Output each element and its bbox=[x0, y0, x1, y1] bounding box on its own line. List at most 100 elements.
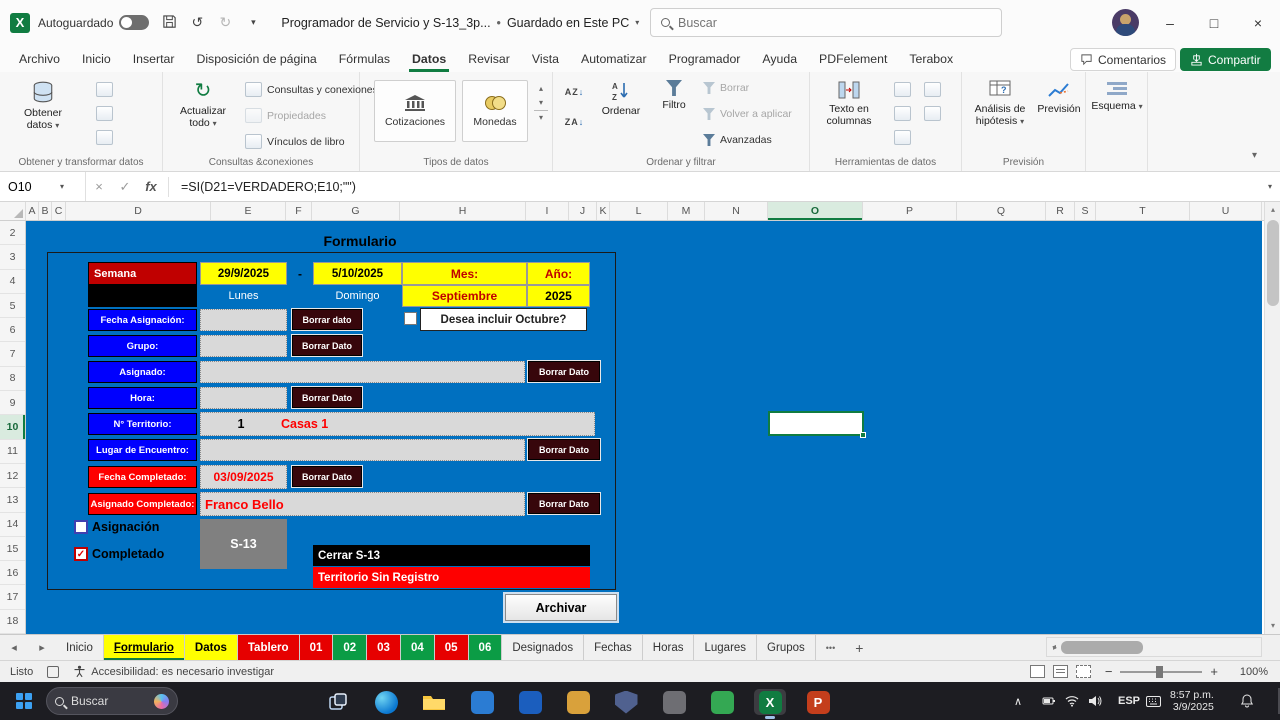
workbook-links-button[interactable]: Vínculos de libro bbox=[245, 134, 345, 149]
tab-archivo[interactable]: Archivo bbox=[8, 45, 71, 72]
row-header[interactable]: 7 bbox=[0, 342, 25, 367]
formula-input[interactable] bbox=[173, 179, 1268, 194]
app-green-icon[interactable] bbox=[706, 689, 738, 715]
sheet-tab-formulario[interactable]: Formulario bbox=[103, 635, 185, 660]
app-gray-icon[interactable] bbox=[658, 689, 690, 715]
sheet-tab-inicio[interactable]: Inicio bbox=[56, 635, 104, 660]
sheet-tab-horas[interactable]: Horas bbox=[643, 635, 695, 660]
insert-function-icon[interactable]: fx bbox=[138, 179, 164, 194]
excel-taskbar-icon[interactable]: X bbox=[754, 689, 786, 719]
tab-pdfelement[interactable]: PDFelement bbox=[808, 45, 898, 72]
sheet-canvas[interactable]: 2 3 4 5 6 7 8 9 10 11 12 13 14 15 16 17 … bbox=[0, 221, 1262, 634]
week-end-cell[interactable]: 5/10/2025 bbox=[313, 262, 402, 285]
fecha-completado-value[interactable]: 03/09/2025 bbox=[200, 465, 287, 489]
saved-status-dropdown-icon[interactable]: ▾ bbox=[635, 18, 639, 27]
sheet-tab-grupos[interactable]: Grupos bbox=[757, 635, 816, 660]
scroll-down-icon[interactable]: ▾ bbox=[1265, 618, 1280, 634]
column-header[interactable]: H bbox=[400, 202, 526, 220]
column-header[interactable]: T bbox=[1096, 202, 1190, 220]
enter-icon[interactable]: ✓ bbox=[112, 179, 138, 195]
copilot-icon[interactable] bbox=[154, 693, 169, 709]
column-header[interactable]: E bbox=[211, 202, 286, 220]
clear-filter-button[interactable]: Borrar bbox=[703, 82, 749, 94]
zoom-level[interactable]: 100% bbox=[1230, 666, 1268, 678]
lugar-input[interactable] bbox=[200, 439, 525, 461]
cell-reference-input[interactable] bbox=[8, 179, 60, 194]
speaker-icon[interactable] bbox=[1088, 695, 1102, 707]
row-header[interactable]: 13 bbox=[0, 488, 25, 513]
tray-chevron[interactable]: ∧ bbox=[1014, 682, 1022, 720]
sort-za-button[interactable]: Z A ↓ bbox=[559, 110, 589, 134]
tab-automatizar[interactable]: Automatizar bbox=[570, 45, 658, 72]
sheet-nav-left-icon[interactable]: ◂ bbox=[0, 635, 28, 660]
page-break-view-icon[interactable] bbox=[1075, 665, 1091, 678]
column-header[interactable]: K bbox=[597, 202, 610, 220]
more-sheets-button[interactable]: ••• bbox=[816, 635, 845, 660]
collapse-ribbon-button[interactable]: ▾ bbox=[1252, 150, 1257, 161]
column-header[interactable]: R bbox=[1046, 202, 1075, 220]
row-header[interactable]: 15 bbox=[0, 537, 25, 562]
tab-disposicion[interactable]: Disposición de página bbox=[185, 45, 327, 72]
app-blue-2-icon[interactable] bbox=[514, 689, 546, 715]
sheet-tab-06[interactable]: 06 bbox=[468, 635, 503, 660]
row-header[interactable]: 11 bbox=[0, 440, 25, 464]
sheet-tab-designados[interactable]: Designados bbox=[502, 635, 585, 660]
row-header[interactable]: 3 bbox=[0, 245, 25, 270]
new-sheet-button[interactable]: + bbox=[845, 635, 873, 660]
currencies-button[interactable]: Monedas bbox=[462, 80, 528, 142]
app-shield-icon[interactable] bbox=[610, 689, 642, 715]
sheet-tab-01[interactable]: 01 bbox=[299, 635, 334, 660]
queries-connections-button[interactable]: Consultas y conexiones bbox=[245, 82, 378, 97]
zoom-out-button[interactable]: − bbox=[1105, 664, 1113, 679]
borrar-grupo-button[interactable]: Borrar Dato bbox=[292, 335, 362, 356]
from-text-csv-icon[interactable] bbox=[96, 82, 113, 97]
column-header[interactable]: J bbox=[569, 202, 597, 220]
name-box-dropdown-icon[interactable]: ▾ bbox=[60, 182, 64, 191]
column-header[interactable]: I bbox=[526, 202, 569, 220]
quick-access-dropdown-icon[interactable]: ▾ bbox=[239, 17, 267, 28]
macro-record-icon[interactable] bbox=[47, 665, 60, 678]
relationships-icon[interactable] bbox=[924, 106, 941, 121]
minimize-button[interactable]: – bbox=[1148, 0, 1192, 45]
sheet-tab-02[interactable]: 02 bbox=[333, 635, 368, 660]
name-box[interactable]: ▾ bbox=[0, 172, 86, 201]
row-header[interactable]: 17 bbox=[0, 585, 25, 610]
tab-vista[interactable]: Vista bbox=[521, 45, 570, 72]
flash-fill-icon[interactable] bbox=[894, 82, 911, 97]
column-header[interactable]: A bbox=[26, 202, 39, 220]
edge-icon[interactable] bbox=[370, 689, 402, 715]
scroll-right-icon[interactable]: ▸ bbox=[1047, 640, 1063, 656]
sheet-tab-03[interactable]: 03 bbox=[367, 635, 401, 660]
undo-icon[interactable]: ↺ bbox=[183, 14, 211, 31]
titlebar-search[interactable] bbox=[650, 8, 1002, 37]
column-header[interactable]: N bbox=[705, 202, 768, 220]
sheet-tab-lugares[interactable]: Lugares bbox=[694, 635, 758, 660]
select-all-corner[interactable] bbox=[0, 202, 26, 220]
territorio-strip[interactable]: 1 Casas 1 bbox=[200, 412, 595, 436]
start-button[interactable] bbox=[16, 693, 32, 709]
taskbar-search[interactable]: Buscar bbox=[46, 687, 178, 715]
what-if-analysis-button[interactable]: ? Análisis de hipótesis ▾ bbox=[966, 76, 1034, 128]
share-button[interactable]: Compartir bbox=[1180, 48, 1271, 71]
tab-revisar[interactable]: Revisar bbox=[457, 45, 521, 72]
get-data-button[interactable]: Obtener datos ▾ bbox=[12, 76, 74, 132]
row-header[interactable]: 8 bbox=[0, 367, 25, 392]
vertical-scrollbar[interactable]: ▴ ▾ bbox=[1264, 202, 1280, 634]
user-avatar[interactable] bbox=[1112, 9, 1139, 36]
tray-icons[interactable] bbox=[1042, 682, 1102, 720]
tab-inicio[interactable]: Inicio bbox=[71, 45, 122, 72]
sheet-tab-05[interactable]: 05 bbox=[434, 635, 469, 660]
consolidate-icon[interactable] bbox=[924, 82, 941, 97]
borrar-asignado-completado-button[interactable]: Borrar Dato bbox=[528, 493, 600, 514]
s13-box[interactable]: S-13 bbox=[200, 519, 287, 569]
tab-formulas[interactable]: Fórmulas bbox=[328, 45, 401, 72]
asignacion-checkbox[interactable] bbox=[74, 520, 88, 534]
clock[interactable]: 8:57 p.m. 3/9/2025 bbox=[1170, 682, 1214, 720]
borrar-hora-button[interactable]: Borrar Dato bbox=[292, 387, 362, 408]
normal-view-icon[interactable] bbox=[1029, 665, 1045, 678]
language-indicator[interactable]: ESP bbox=[1118, 682, 1140, 720]
sheet-tab-fechas[interactable]: Fechas bbox=[584, 635, 643, 660]
sheet-tab-tablero[interactable]: Tablero bbox=[237, 635, 300, 660]
column-header[interactable]: G bbox=[312, 202, 400, 220]
tab-terabox[interactable]: Terabox bbox=[898, 45, 964, 72]
